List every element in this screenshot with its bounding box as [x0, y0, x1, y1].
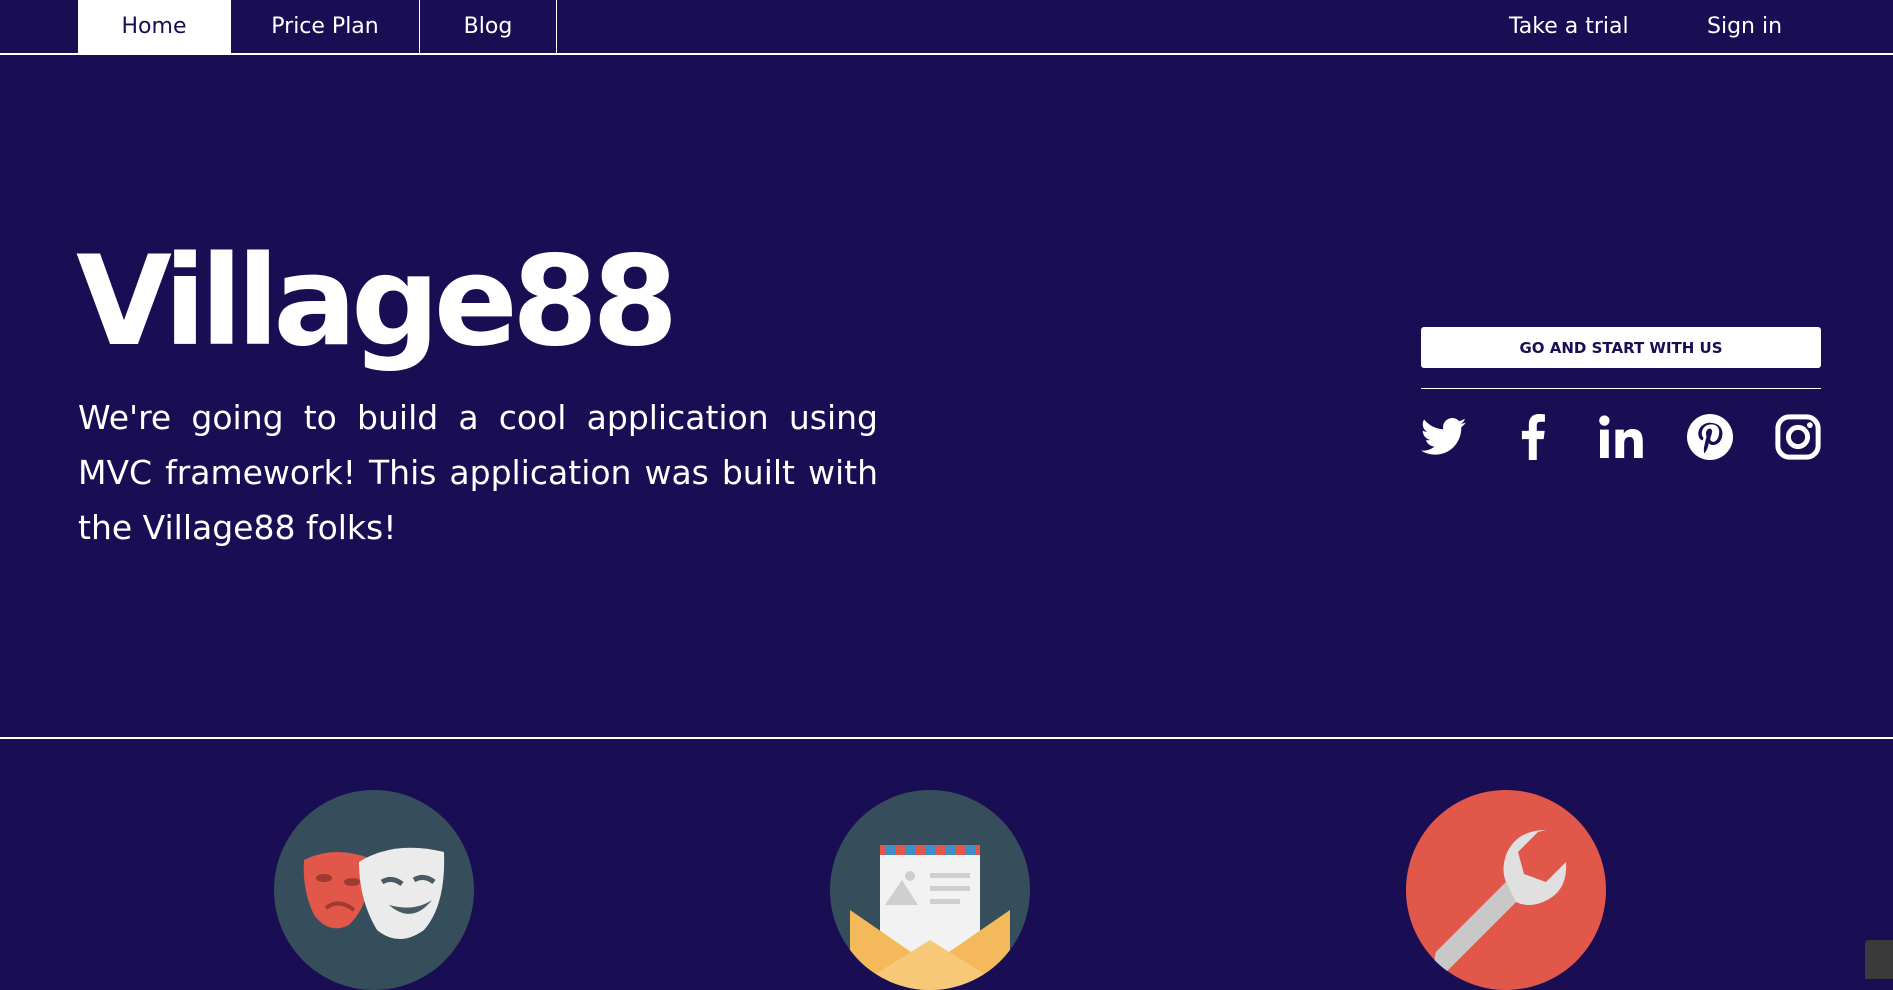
start-with-us-button[interactable]: GO AND START WITH US: [1421, 327, 1821, 368]
nav-links: Home Price Plan Blog: [78, 0, 557, 53]
top-navbar: Home Price Plan Blog Take a trial Sign i…: [0, 0, 1893, 55]
envelope-letter-icon: [830, 790, 1030, 990]
linkedin-icon[interactable]: [1598, 414, 1644, 460]
nav-home-link[interactable]: Home: [78, 0, 231, 53]
hero-title: Village88: [76, 230, 678, 374]
cta-divider: [1421, 388, 1821, 389]
nav-price-plan-link[interactable]: Price Plan: [231, 0, 420, 53]
facebook-icon[interactable]: [1510, 414, 1556, 460]
sign-in-link[interactable]: Sign in: [1707, 0, 1782, 53]
take-a-trial-link[interactable]: Take a trial: [1509, 0, 1629, 53]
debug-toolbar-tab[interactable]: [1865, 940, 1893, 979]
twitter-icon[interactable]: [1421, 414, 1467, 460]
instagram-icon[interactable]: [1775, 414, 1821, 460]
pinterest-icon[interactable]: [1686, 414, 1733, 460]
hero-description: We're going to build a cool application …: [78, 398, 878, 547]
theater-masks-icon: [274, 790, 474, 990]
wrench-icon: [1406, 790, 1606, 990]
social-links: [1421, 412, 1821, 462]
section-divider: [0, 737, 1893, 739]
nav-blog-link[interactable]: Blog: [420, 0, 557, 53]
